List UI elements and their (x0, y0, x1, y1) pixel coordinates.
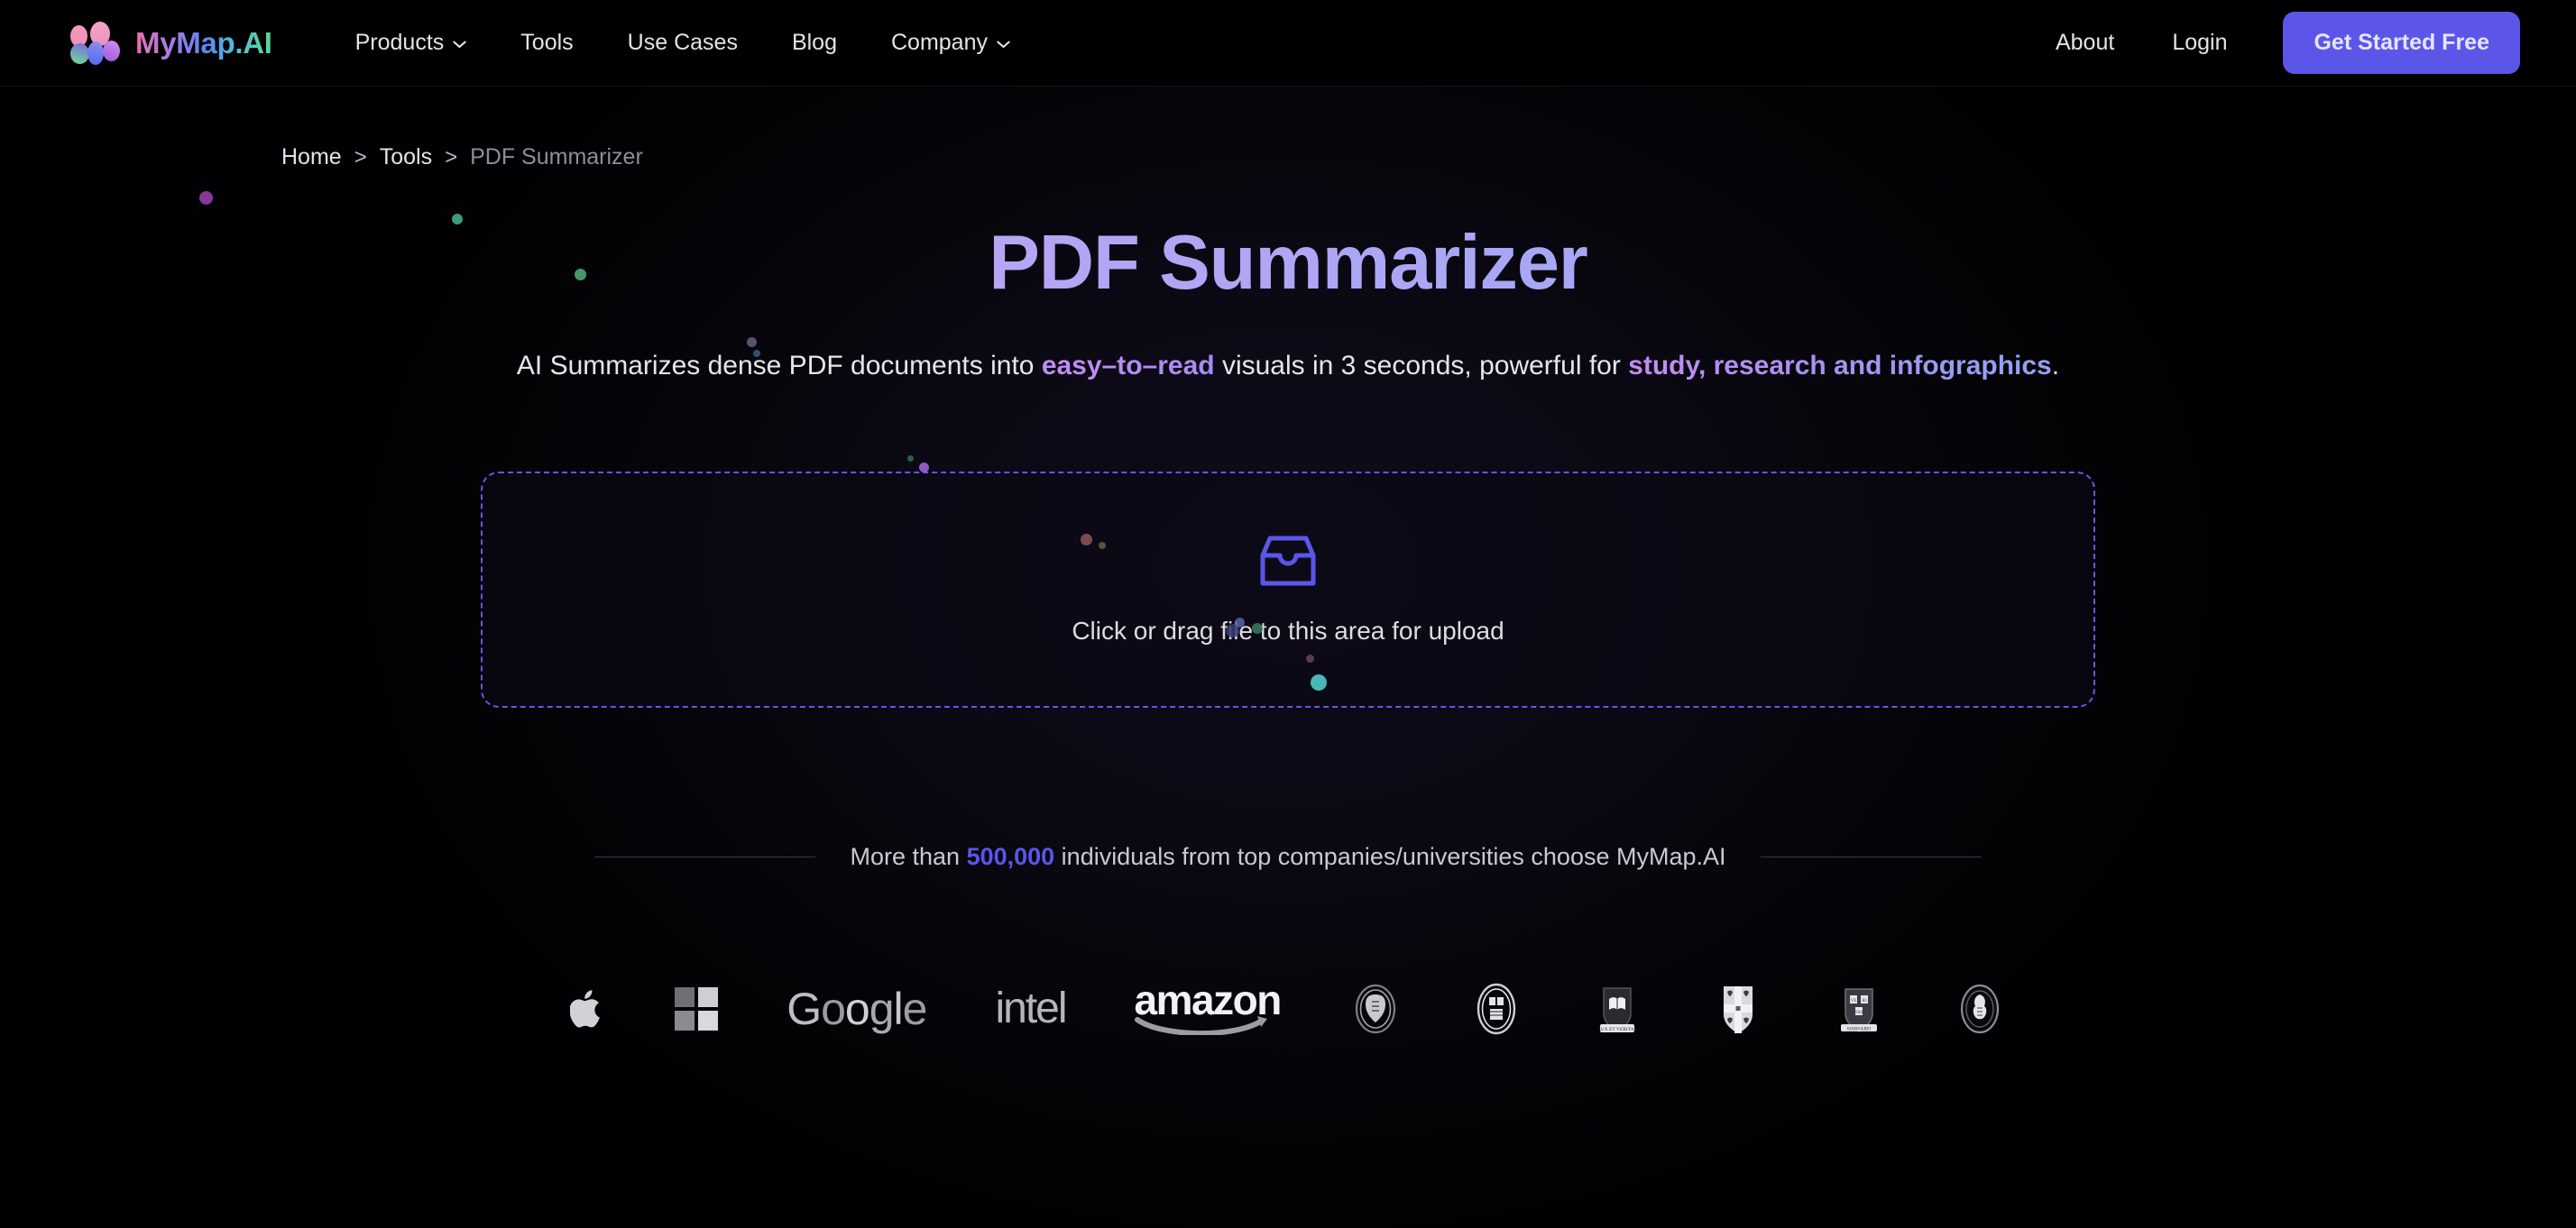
hero-subtitle-highlight-study-research: study, research and infographics (1628, 351, 2052, 381)
nav-item-tools[interactable]: Tools (493, 21, 600, 65)
nav-item-products-label: Products (354, 30, 445, 55)
main-content: Home > Tools > PDF Summarizer PDF Summar… (0, 87, 2576, 1075)
get-started-free-button[interactable]: Get Started Free (2283, 12, 2520, 74)
breadcrumb-item-home[interactable]: Home (281, 144, 342, 170)
file-upload-dropzone[interactable]: Click or drag file to this area for uplo… (481, 471, 2095, 708)
nav-item-use-cases-label: Use Cases (627, 30, 738, 55)
breadcrumb-separator: > (354, 144, 367, 170)
top-navigation-bar: MyMap.AI Products Tools Use Cases Blog C… (0, 0, 2576, 87)
svg-text:RI: RI (1862, 999, 1866, 1003)
nav-item-login-label: Login (2172, 30, 2228, 55)
social-proof-text: More than 500,000 individuals from top c… (850, 843, 1725, 871)
amazon-logo-wordmark: amazon (1134, 979, 1282, 1036)
inbox-upload-icon (1258, 534, 1318, 588)
amazon-logo: amazon (1134, 979, 1282, 1039)
upload-dropzone-label: Click or drag file to this area for uplo… (1072, 616, 1504, 645)
chevron-down-icon (997, 41, 1010, 49)
nav-item-company[interactable]: Company (864, 21, 1037, 65)
secondary-nav-links: About Login Get Started Free (2027, 12, 2520, 74)
social-proof-suffix: individuals from top companies/universit… (1054, 842, 1726, 870)
yale-crest-icon: LUX ET VERITAS (1591, 979, 1643, 1039)
social-proof-prefix: More than (850, 842, 967, 870)
nav-item-products[interactable]: Products (328, 21, 494, 65)
nav-item-login[interactable]: Login (2143, 21, 2256, 65)
svg-text:LUX ET VERITAS: LUX ET VERITAS (1597, 1027, 1636, 1032)
google-logo-text: Google (787, 983, 927, 1034)
microsoft-logo-icon (675, 979, 719, 1039)
columbia-crest-icon (1470, 979, 1523, 1039)
nav-item-tools-label: Tools (520, 30, 574, 55)
chevron-down-icon (453, 41, 466, 49)
intel-logo: intel (995, 979, 1067, 1039)
social-proof-count: 500,000 (966, 842, 1055, 870)
svg-text:HARVARD: HARVARD (1847, 1026, 1871, 1031)
hero-subtitle-highlight-easy-to-read: easy–to–read (1041, 351, 1215, 381)
svg-text:TAS: TAS (1854, 1011, 1863, 1015)
page-title: PDF Summarizer (0, 223, 2576, 304)
breadcrumb-item-current: PDF Summarizer (470, 144, 643, 170)
company-logos-row: Google intel amazon LUX ET VERITAS VE RI… (0, 979, 2576, 1075)
primary-nav-links: Products Tools Use Cases Blog Company (328, 21, 1037, 65)
social-proof-section: More than 500,000 individuals from top c… (0, 843, 2576, 871)
hero-subtitle-part1: AI Summarizes dense PDF documents into (516, 351, 1042, 381)
harvard-crest-icon: VE RI TAS HARVARD (1833, 979, 1885, 1039)
cambridge-crest-icon (1712, 979, 1764, 1039)
nav-item-use-cases[interactable]: Use Cases (601, 21, 765, 65)
hero-subtitle-part2: visuals in 3 seconds, powerful for (1214, 351, 1629, 381)
nav-item-blog[interactable]: Blog (765, 21, 864, 65)
hero-subtitle: AI Summarizes dense PDF documents into e… (206, 348, 2370, 385)
nav-item-blog-label: Blog (791, 30, 837, 55)
nav-item-company-label: Company (890, 30, 988, 55)
breadcrumb: Home > Tools > PDF Summarizer (0, 87, 2576, 170)
breadcrumb-separator: > (445, 144, 458, 170)
brand-logo-link[interactable]: MyMap.AI (70, 21, 272, 65)
mymap-cluster-logo-icon (70, 21, 121, 65)
page-root: MyMap.AI Products Tools Use Cases Blog C… (0, 0, 2576, 1228)
upload-section: Click or drag file to this area for uplo… (0, 471, 2576, 708)
brand-name: MyMap.AI (135, 25, 272, 60)
apple-logo-icon (570, 979, 606, 1039)
intel-logo-text: intel (995, 985, 1067, 1033)
amazon-logo-text: amazon (1134, 976, 1283, 1024)
svg-text:VE: VE (1850, 999, 1856, 1003)
breadcrumb-item-tools[interactable]: Tools (380, 144, 432, 170)
nav-item-about-label: About (2055, 30, 2115, 55)
hero-subtitle-part3: . (2051, 351, 2060, 381)
nav-item-about[interactable]: About (2027, 21, 2143, 65)
university-crest-icon (1954, 979, 2006, 1039)
google-logo: Google (787, 979, 927, 1039)
stanford-crest-icon (1349, 979, 1402, 1039)
